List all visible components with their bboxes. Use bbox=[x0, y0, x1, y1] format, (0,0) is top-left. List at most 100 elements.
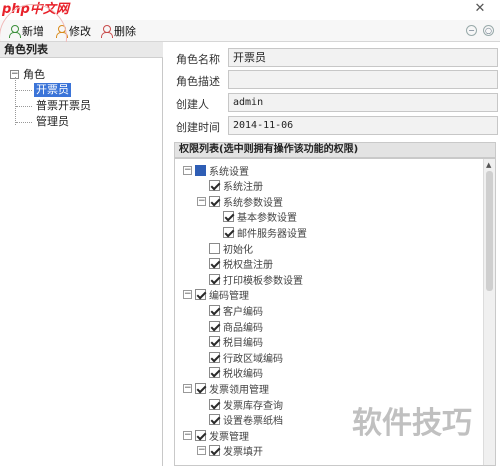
permission-checkbox[interactable] bbox=[209, 304, 220, 316]
panel-controls: − ○ bbox=[466, 25, 494, 36]
role-desc-row: 角色描述 bbox=[172, 70, 498, 90]
tree-connector bbox=[16, 106, 32, 107]
permission-label: 发票填开 bbox=[223, 447, 263, 459]
permission-label: 发票库存查询 bbox=[223, 400, 283, 412]
permission-label: 税权盘注册 bbox=[223, 260, 273, 272]
permission-checkbox[interactable] bbox=[209, 351, 220, 363]
creator-row: 创建人 admin bbox=[172, 93, 498, 113]
permission-label: 初始化 bbox=[223, 244, 253, 256]
permission-item[interactable]: − 系统参数设置 bbox=[197, 194, 283, 209]
permission-checkbox[interactable] bbox=[209, 445, 220, 457]
scroll-up-icon[interactable]: ▲ bbox=[486, 161, 491, 169]
created-time-field: 2014-11-06 bbox=[228, 116, 498, 135]
collapse-icon[interactable]: − bbox=[197, 446, 206, 456]
permission-item[interactable]: 行政区域编码 bbox=[197, 350, 283, 365]
role-desc-field[interactable] bbox=[228, 70, 498, 89]
permission-checkbox[interactable] bbox=[209, 273, 220, 285]
permission-checkbox[interactable] bbox=[223, 211, 234, 223]
permission-label: 编码管理 bbox=[209, 291, 249, 303]
permission-item[interactable]: 税权盘注册 bbox=[197, 257, 273, 271]
permission-item[interactable]: − 发票填开 bbox=[197, 444, 263, 458]
permission-label: 打印模板参数设置 bbox=[223, 275, 303, 287]
tree-connector bbox=[16, 122, 32, 123]
collapse-icon[interactable]: − bbox=[183, 165, 192, 175]
collapse-icon[interactable]: − bbox=[197, 196, 206, 206]
permission-label: 客户编码 bbox=[223, 306, 263, 318]
tree-item-admin[interactable]: 管理员 bbox=[34, 115, 71, 129]
permission-item[interactable]: 初始化 bbox=[197, 241, 253, 256]
permission-checkbox[interactable] bbox=[209, 195, 220, 207]
permission-checkbox[interactable] bbox=[209, 320, 220, 332]
permission-item[interactable]: 基本参数设置 bbox=[211, 210, 297, 224]
minimize-icon[interactable]: − bbox=[466, 25, 477, 36]
permission-checkbox[interactable] bbox=[209, 336, 220, 348]
permission-checkbox[interactable] bbox=[195, 382, 206, 394]
permission-item[interactable]: 邮件服务器设置 bbox=[211, 225, 307, 240]
permission-label: 税收编码 bbox=[223, 369, 263, 381]
permission-label: 系统设置 bbox=[209, 166, 249, 178]
role-detail-panel: 角色名称 开票员 角色描述 创建人 admin 创建时间 2014-11-06 … bbox=[168, 42, 500, 466]
tree-connector bbox=[16, 90, 32, 91]
permission-label: 基本参数设置 bbox=[237, 213, 297, 225]
role-desc-label: 角色描述 bbox=[176, 75, 220, 88]
permission-checkbox[interactable] bbox=[209, 414, 220, 426]
permission-label: 设置卷票纸档 bbox=[223, 416, 283, 428]
permission-label: 系统参数设置 bbox=[223, 197, 283, 209]
role-name-field[interactable]: 开票员 bbox=[228, 48, 498, 67]
permission-item[interactable]: 客户编码 bbox=[197, 303, 263, 318]
permission-checkbox[interactable] bbox=[209, 242, 220, 254]
role-tree: − 角色 开票员 普票开票员 管理员 bbox=[0, 58, 163, 466]
tree-item-normal-cashier[interactable]: 普票开票员 bbox=[34, 99, 93, 113]
permission-label: 系统注册 bbox=[223, 182, 263, 194]
delete-button-label: 删除 bbox=[114, 25, 136, 38]
permission-checkbox[interactable] bbox=[195, 429, 206, 441]
permission-checkbox[interactable] bbox=[195, 289, 206, 301]
permission-list-header: 权限列表(选中则拥有操作该功能的权限) bbox=[174, 142, 496, 158]
permission-label: 发票管理 bbox=[209, 431, 249, 443]
creator-field: admin bbox=[228, 93, 498, 112]
creator-label: 创建人 bbox=[176, 98, 209, 111]
role-list-header: 角色列表 bbox=[0, 42, 163, 58]
permission-checkbox[interactable] bbox=[195, 164, 206, 176]
toolbar: 新增 修改 删除 − ○ bbox=[0, 20, 500, 42]
permission-item[interactable]: 税目编码 bbox=[197, 335, 263, 349]
permission-item[interactable]: 打印模板参数设置 bbox=[197, 272, 303, 287]
scroll-thumb[interactable] bbox=[486, 171, 493, 291]
created-time-label: 创建时间 bbox=[176, 121, 220, 134]
delete-button[interactable]: 删除 bbox=[100, 23, 136, 39]
permission-label: 邮件服务器设置 bbox=[237, 228, 307, 240]
site-watermark: 软件技巧 bbox=[352, 406, 472, 441]
delete-user-icon bbox=[100, 25, 113, 38]
permission-item[interactable]: 设置卷票纸档 bbox=[197, 413, 283, 427]
permission-label: 行政区域编码 bbox=[223, 353, 283, 365]
permission-item[interactable]: − 系统设置 bbox=[183, 163, 249, 178]
collapse-icon[interactable]: − bbox=[183, 290, 192, 300]
permission-checkbox[interactable] bbox=[209, 367, 220, 379]
tree-root-label: 角色 bbox=[23, 68, 45, 81]
role-name-row: 角色名称 开票员 bbox=[172, 48, 498, 68]
tree-connector bbox=[15, 77, 16, 125]
permission-item[interactable]: − 发票领用管理 bbox=[183, 381, 269, 396]
title-bar: php中文网 ✕ bbox=[0, 0, 500, 20]
restore-icon[interactable]: ○ bbox=[483, 25, 494, 36]
role-name-label: 角色名称 bbox=[176, 53, 220, 66]
permission-label: 发票领用管理 bbox=[209, 384, 269, 396]
collapse-icon[interactable]: − bbox=[183, 430, 192, 440]
permission-item[interactable]: 商品编码 bbox=[197, 319, 263, 334]
permission-checkbox[interactable] bbox=[209, 180, 220, 192]
permission-checkbox[interactable] bbox=[209, 398, 220, 410]
created-time-row: 创建时间 2014-11-06 bbox=[172, 116, 498, 136]
permission-checkbox[interactable] bbox=[209, 258, 220, 270]
permission-item[interactable]: 系统注册 bbox=[197, 179, 263, 193]
permission-item[interactable]: − 编码管理 bbox=[183, 288, 249, 302]
permission-label: 税目编码 bbox=[223, 338, 263, 350]
permission-checkbox[interactable] bbox=[223, 226, 234, 238]
permission-item[interactable]: 发票库存查询 bbox=[197, 397, 283, 412]
permission-item[interactable]: 税收编码 bbox=[197, 366, 263, 380]
close-icon[interactable]: ✕ bbox=[472, 2, 488, 16]
collapse-icon[interactable]: − bbox=[183, 383, 192, 393]
permission-label: 商品编码 bbox=[223, 322, 263, 334]
permission-item[interactable]: − 发票管理 bbox=[183, 428, 249, 443]
tree-item-cashier[interactable]: 开票员 bbox=[34, 83, 71, 97]
edit-button-label: 修改 bbox=[69, 25, 91, 38]
